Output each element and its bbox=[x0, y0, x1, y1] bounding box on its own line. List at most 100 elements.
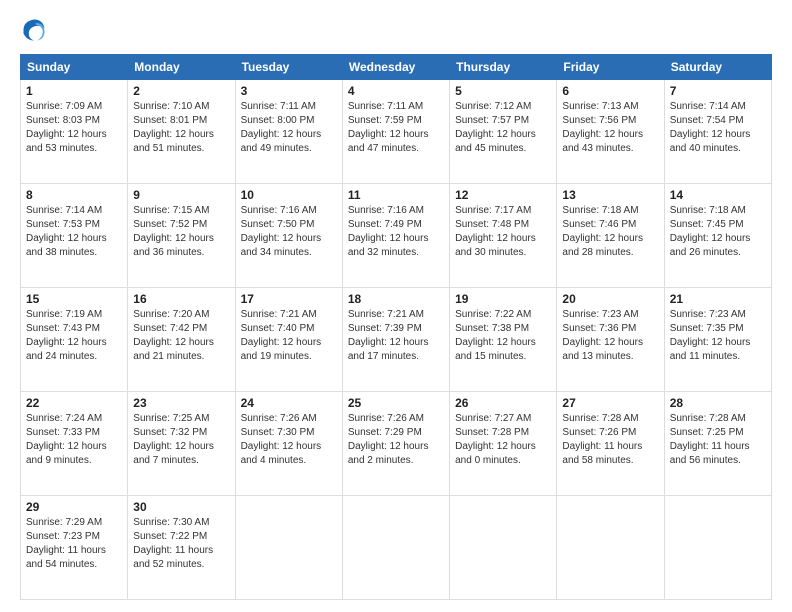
day-info: Sunrise: 7:23 AMSunset: 7:36 PMDaylight:… bbox=[562, 309, 643, 362]
weekday-thursday: Thursday bbox=[450, 55, 557, 80]
week-row-2: 8 Sunrise: 7:14 AMSunset: 7:53 PMDayligh… bbox=[21, 184, 772, 288]
day-number: 21 bbox=[670, 292, 766, 306]
day-number: 22 bbox=[26, 396, 122, 410]
day-number: 2 bbox=[133, 84, 229, 98]
day-number: 7 bbox=[670, 84, 766, 98]
calendar-cell: 26 Sunrise: 7:27 AMSunset: 7:28 PMDaylig… bbox=[450, 392, 557, 496]
day-number: 15 bbox=[26, 292, 122, 306]
calendar-body: 1 Sunrise: 7:09 AMSunset: 8:03 PMDayligh… bbox=[21, 80, 772, 600]
day-info: Sunrise: 7:17 AMSunset: 7:48 PMDaylight:… bbox=[455, 205, 536, 258]
logo-icon bbox=[20, 16, 48, 44]
weekday-header-row: SundayMondayTuesdayWednesdayThursdayFrid… bbox=[21, 55, 772, 80]
weekday-wednesday: Wednesday bbox=[342, 55, 449, 80]
day-info: Sunrise: 7:16 AMSunset: 7:49 PMDaylight:… bbox=[348, 205, 429, 258]
calendar-cell: 12 Sunrise: 7:17 AMSunset: 7:48 PMDaylig… bbox=[450, 184, 557, 288]
week-row-5: 29 Sunrise: 7:29 AMSunset: 7:23 PMDaylig… bbox=[21, 496, 772, 600]
calendar-cell: 23 Sunrise: 7:25 AMSunset: 7:32 PMDaylig… bbox=[128, 392, 235, 496]
calendar-cell bbox=[557, 496, 664, 600]
day-info: Sunrise: 7:25 AMSunset: 7:32 PMDaylight:… bbox=[133, 413, 214, 466]
day-info: Sunrise: 7:30 AMSunset: 7:22 PMDaylight:… bbox=[133, 517, 213, 570]
day-number: 25 bbox=[348, 396, 444, 410]
day-number: 19 bbox=[455, 292, 551, 306]
day-info: Sunrise: 7:21 AMSunset: 7:40 PMDaylight:… bbox=[241, 309, 322, 362]
calendar-cell bbox=[235, 496, 342, 600]
day-number: 29 bbox=[26, 500, 122, 514]
calendar-cell bbox=[664, 496, 771, 600]
calendar-cell: 2 Sunrise: 7:10 AMSunset: 8:01 PMDayligh… bbox=[128, 80, 235, 184]
calendar-cell: 7 Sunrise: 7:14 AMSunset: 7:54 PMDayligh… bbox=[664, 80, 771, 184]
day-number: 16 bbox=[133, 292, 229, 306]
day-info: Sunrise: 7:10 AMSunset: 8:01 PMDaylight:… bbox=[133, 101, 214, 154]
calendar-cell: 9 Sunrise: 7:15 AMSunset: 7:52 PMDayligh… bbox=[128, 184, 235, 288]
day-number: 6 bbox=[562, 84, 658, 98]
calendar-table: SundayMondayTuesdayWednesdayThursdayFrid… bbox=[20, 54, 772, 600]
day-number: 5 bbox=[455, 84, 551, 98]
day-number: 12 bbox=[455, 188, 551, 202]
calendar-cell: 19 Sunrise: 7:22 AMSunset: 7:38 PMDaylig… bbox=[450, 288, 557, 392]
day-info: Sunrise: 7:12 AMSunset: 7:57 PMDaylight:… bbox=[455, 101, 536, 154]
calendar-cell bbox=[450, 496, 557, 600]
day-number: 28 bbox=[670, 396, 766, 410]
weekday-sunday: Sunday bbox=[21, 55, 128, 80]
day-info: Sunrise: 7:20 AMSunset: 7:42 PMDaylight:… bbox=[133, 309, 214, 362]
calendar-cell: 4 Sunrise: 7:11 AMSunset: 7:59 PMDayligh… bbox=[342, 80, 449, 184]
day-info: Sunrise: 7:21 AMSunset: 7:39 PMDaylight:… bbox=[348, 309, 429, 362]
day-number: 23 bbox=[133, 396, 229, 410]
weekday-saturday: Saturday bbox=[664, 55, 771, 80]
day-number: 18 bbox=[348, 292, 444, 306]
day-info: Sunrise: 7:24 AMSunset: 7:33 PMDaylight:… bbox=[26, 413, 107, 466]
calendar-cell: 25 Sunrise: 7:26 AMSunset: 7:29 PMDaylig… bbox=[342, 392, 449, 496]
day-number: 4 bbox=[348, 84, 444, 98]
day-info: Sunrise: 7:26 AMSunset: 7:30 PMDaylight:… bbox=[241, 413, 322, 466]
calendar-cell: 11 Sunrise: 7:16 AMSunset: 7:49 PMDaylig… bbox=[342, 184, 449, 288]
day-number: 20 bbox=[562, 292, 658, 306]
day-info: Sunrise: 7:14 AMSunset: 7:54 PMDaylight:… bbox=[670, 101, 751, 154]
logo bbox=[20, 16, 52, 44]
day-info: Sunrise: 7:15 AMSunset: 7:52 PMDaylight:… bbox=[133, 205, 214, 258]
calendar-cell: 22 Sunrise: 7:24 AMSunset: 7:33 PMDaylig… bbox=[21, 392, 128, 496]
day-info: Sunrise: 7:16 AMSunset: 7:50 PMDaylight:… bbox=[241, 205, 322, 258]
day-number: 26 bbox=[455, 396, 551, 410]
day-number: 9 bbox=[133, 188, 229, 202]
day-info: Sunrise: 7:18 AMSunset: 7:46 PMDaylight:… bbox=[562, 205, 643, 258]
weekday-friday: Friday bbox=[557, 55, 664, 80]
header bbox=[20, 16, 772, 44]
calendar-cell: 30 Sunrise: 7:30 AMSunset: 7:22 PMDaylig… bbox=[128, 496, 235, 600]
day-info: Sunrise: 7:19 AMSunset: 7:43 PMDaylight:… bbox=[26, 309, 107, 362]
day-info: Sunrise: 7:28 AMSunset: 7:26 PMDaylight:… bbox=[562, 413, 642, 466]
day-number: 10 bbox=[241, 188, 337, 202]
day-info: Sunrise: 7:22 AMSunset: 7:38 PMDaylight:… bbox=[455, 309, 536, 362]
calendar-cell: 18 Sunrise: 7:21 AMSunset: 7:39 PMDaylig… bbox=[342, 288, 449, 392]
week-row-1: 1 Sunrise: 7:09 AMSunset: 8:03 PMDayligh… bbox=[21, 80, 772, 184]
day-number: 13 bbox=[562, 188, 658, 202]
calendar-cell: 6 Sunrise: 7:13 AMSunset: 7:56 PMDayligh… bbox=[557, 80, 664, 184]
weekday-tuesday: Tuesday bbox=[235, 55, 342, 80]
calendar-cell: 14 Sunrise: 7:18 AMSunset: 7:45 PMDaylig… bbox=[664, 184, 771, 288]
day-number: 30 bbox=[133, 500, 229, 514]
calendar-cell: 28 Sunrise: 7:28 AMSunset: 7:25 PMDaylig… bbox=[664, 392, 771, 496]
day-info: Sunrise: 7:27 AMSunset: 7:28 PMDaylight:… bbox=[455, 413, 536, 466]
day-info: Sunrise: 7:11 AMSunset: 7:59 PMDaylight:… bbox=[348, 101, 429, 154]
calendar-cell: 15 Sunrise: 7:19 AMSunset: 7:43 PMDaylig… bbox=[21, 288, 128, 392]
week-row-4: 22 Sunrise: 7:24 AMSunset: 7:33 PMDaylig… bbox=[21, 392, 772, 496]
week-row-3: 15 Sunrise: 7:19 AMSunset: 7:43 PMDaylig… bbox=[21, 288, 772, 392]
day-info: Sunrise: 7:09 AMSunset: 8:03 PMDaylight:… bbox=[26, 101, 107, 154]
page: SundayMondayTuesdayWednesdayThursdayFrid… bbox=[0, 0, 792, 612]
day-number: 14 bbox=[670, 188, 766, 202]
calendar-cell bbox=[342, 496, 449, 600]
day-info: Sunrise: 7:29 AMSunset: 7:23 PMDaylight:… bbox=[26, 517, 106, 570]
calendar-cell: 16 Sunrise: 7:20 AMSunset: 7:42 PMDaylig… bbox=[128, 288, 235, 392]
calendar-cell: 24 Sunrise: 7:26 AMSunset: 7:30 PMDaylig… bbox=[235, 392, 342, 496]
calendar-cell: 20 Sunrise: 7:23 AMSunset: 7:36 PMDaylig… bbox=[557, 288, 664, 392]
day-info: Sunrise: 7:11 AMSunset: 8:00 PMDaylight:… bbox=[241, 101, 322, 154]
weekday-monday: Monday bbox=[128, 55, 235, 80]
calendar-cell: 8 Sunrise: 7:14 AMSunset: 7:53 PMDayligh… bbox=[21, 184, 128, 288]
calendar-cell: 21 Sunrise: 7:23 AMSunset: 7:35 PMDaylig… bbox=[664, 288, 771, 392]
calendar-cell: 27 Sunrise: 7:28 AMSunset: 7:26 PMDaylig… bbox=[557, 392, 664, 496]
day-number: 1 bbox=[26, 84, 122, 98]
day-number: 3 bbox=[241, 84, 337, 98]
day-number: 24 bbox=[241, 396, 337, 410]
day-info: Sunrise: 7:18 AMSunset: 7:45 PMDaylight:… bbox=[670, 205, 751, 258]
day-info: Sunrise: 7:14 AMSunset: 7:53 PMDaylight:… bbox=[26, 205, 107, 258]
calendar-cell: 10 Sunrise: 7:16 AMSunset: 7:50 PMDaylig… bbox=[235, 184, 342, 288]
